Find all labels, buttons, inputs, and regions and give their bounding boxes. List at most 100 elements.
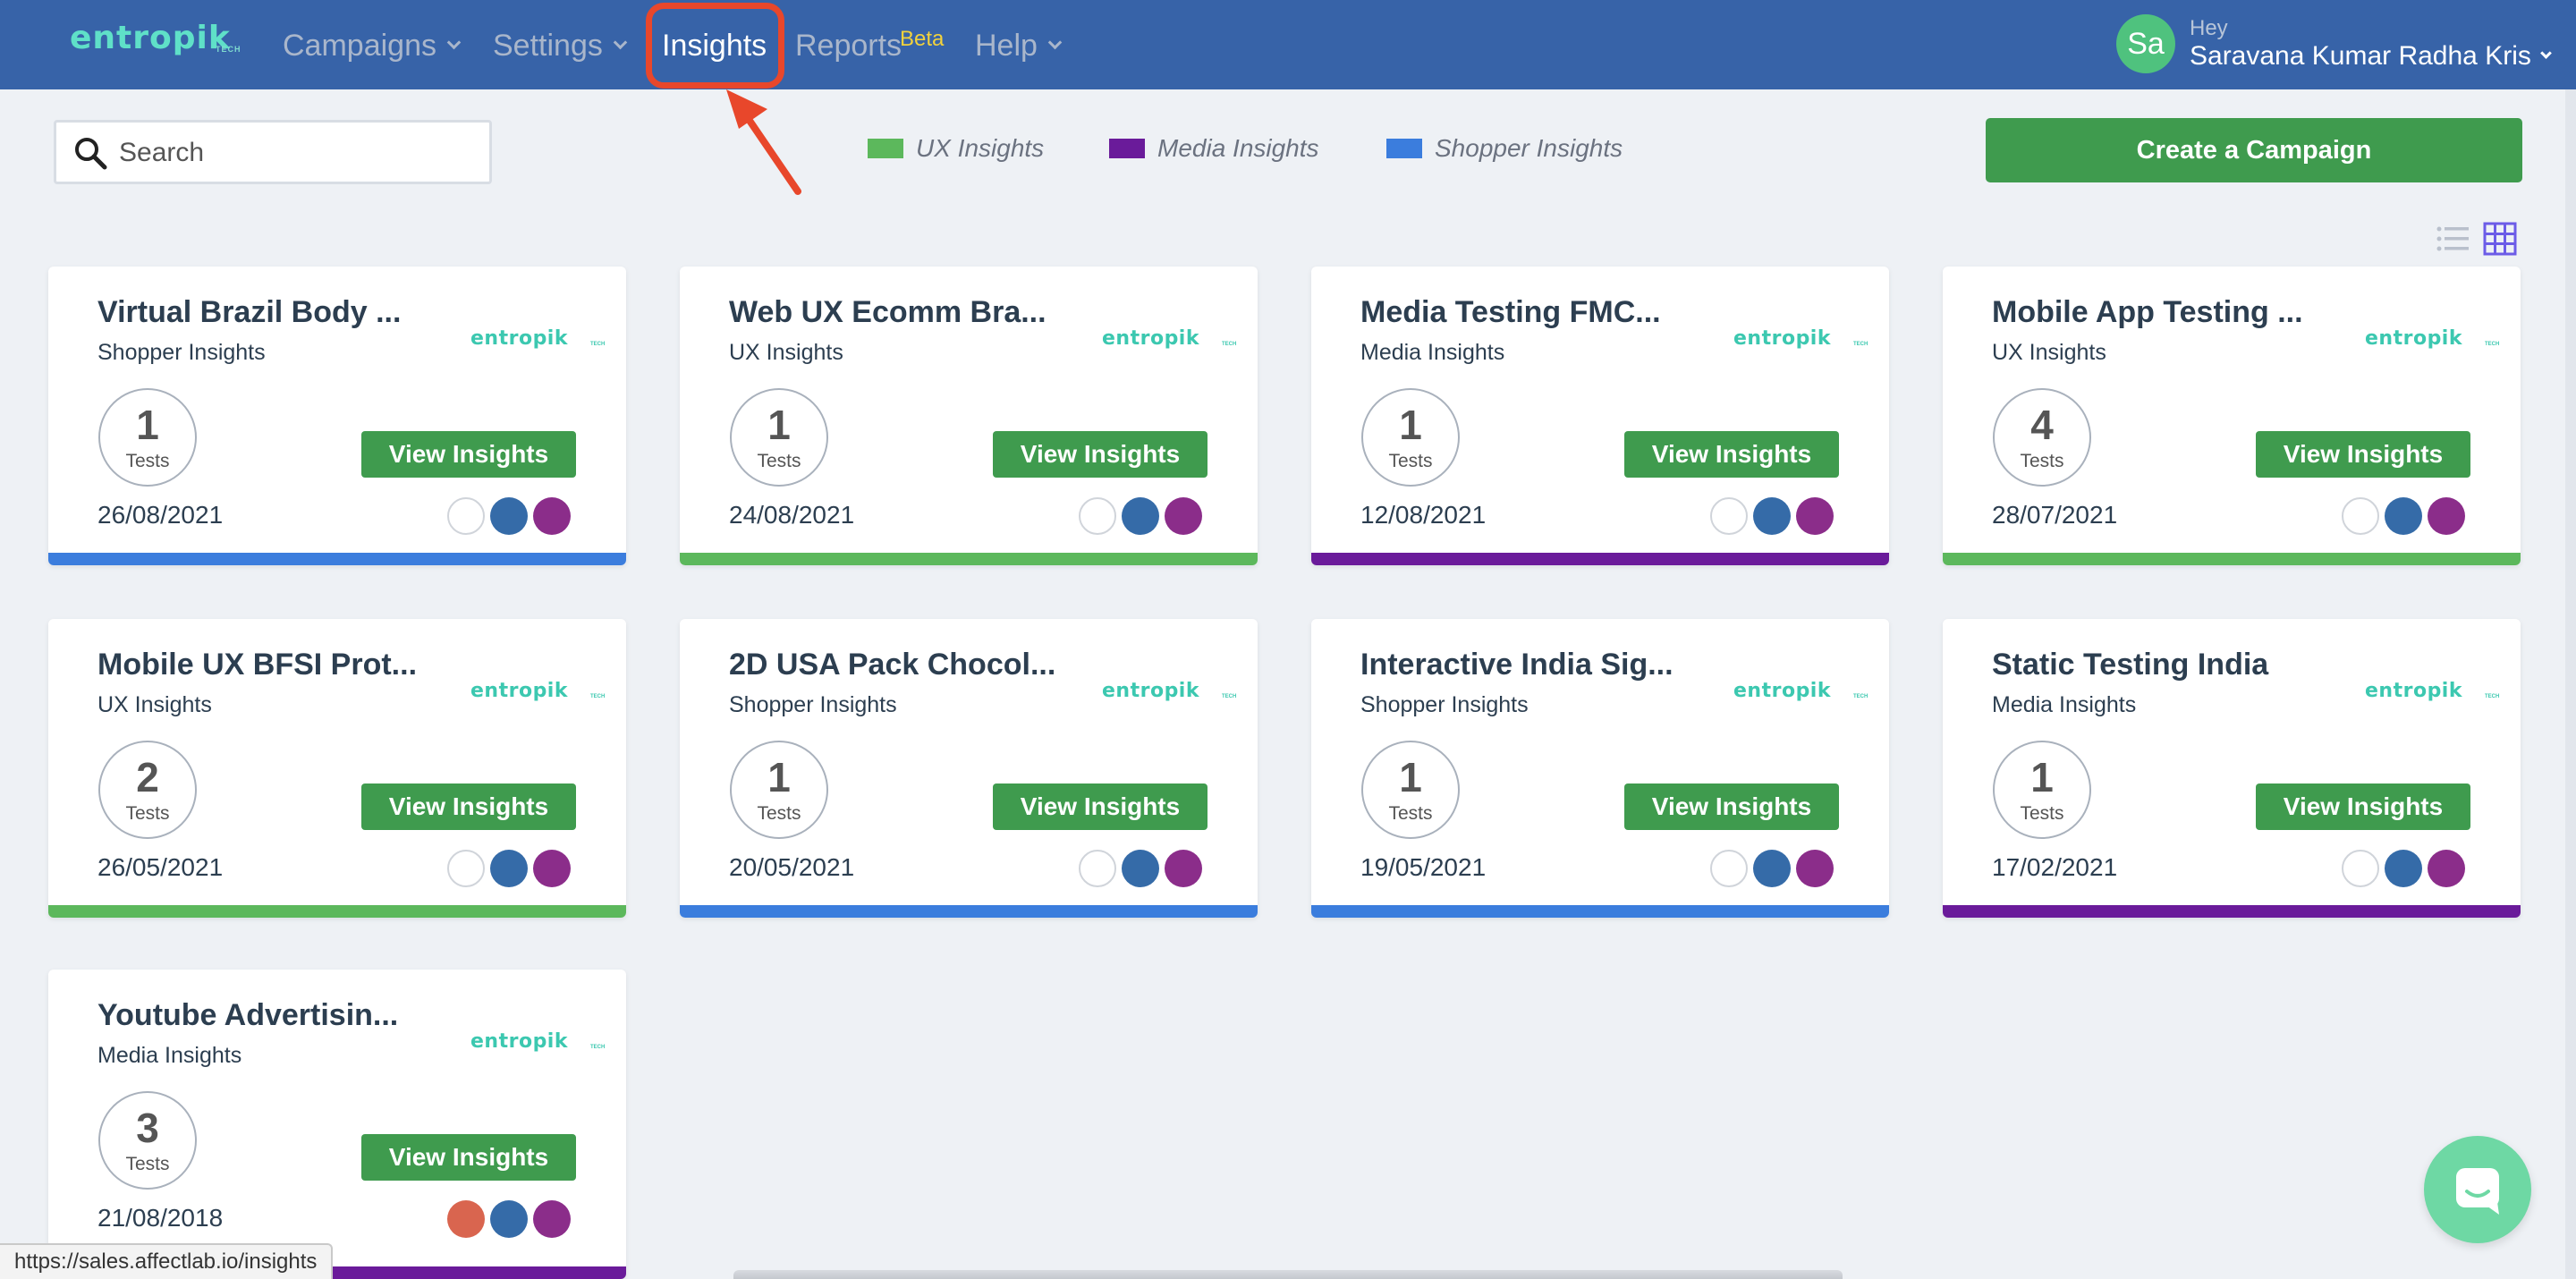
list-view-icon[interactable] — [2436, 225, 2469, 252]
tests-count: 1 — [767, 402, 791, 448]
chevron-down-icon — [613, 35, 628, 50]
user-name: Saravana Kumar Radha Kris — [2190, 41, 2531, 71]
status-dot — [1165, 850, 1202, 887]
card-brand-logo-sub: TECH — [1853, 342, 1868, 347]
status-dots — [1079, 497, 1208, 535]
chat-launcher-button[interactable] — [2424, 1136, 2531, 1243]
tests-label: Tests — [2020, 803, 2064, 824]
status-dot — [1796, 497, 1834, 535]
status-dot — [1710, 850, 1748, 887]
card-date: 12/08/2021 — [1360, 501, 1487, 529]
status-dot — [2385, 497, 2422, 535]
status-dot — [2385, 850, 2422, 887]
card-date: 26/08/2021 — [97, 501, 224, 529]
user-menu[interactable]: Saravana Kumar Radha Kris — [2190, 41, 2552, 72]
tests-count: 2 — [136, 754, 159, 800]
status-dot — [2428, 497, 2465, 535]
legend-ux-insights: UX Insights — [868, 134, 1044, 163]
card-type: Media Insights — [1360, 340, 1505, 365]
view-insights-button[interactable]: View Insights — [361, 1134, 576, 1181]
card-type-bar — [680, 553, 1258, 565]
campaign-card[interactable]: Media Testing FMC... Media Insights entr… — [1311, 267, 1889, 565]
card-brand-logo: entropik — [2365, 327, 2462, 350]
nav-insights[interactable]: Insights — [662, 29, 767, 64]
card-type-bar — [1943, 905, 2521, 918]
view-insights-button[interactable]: View Insights — [361, 431, 576, 478]
card-brand-logo-sub: TECH — [1853, 694, 1868, 699]
brand-logo[interactable]: entropik — [70, 20, 231, 56]
tests-label: Tests — [757, 451, 801, 471]
tests-label: Tests — [1388, 451, 1433, 471]
tests-count-badge: 3 Tests — [98, 1091, 197, 1190]
nav-settings[interactable]: Settings — [493, 29, 628, 64]
status-dot — [533, 497, 571, 535]
status-dot — [1796, 850, 1834, 887]
card-type-bar — [1311, 905, 1889, 918]
status-dot — [490, 1200, 528, 1238]
card-date: 26/05/2021 — [97, 853, 224, 881]
card-date: 24/08/2021 — [729, 501, 855, 529]
create-campaign-button[interactable]: Create a Campaign — [1986, 118, 2522, 182]
campaign-card[interactable]: Interactive India Sig... Shopper Insight… — [1311, 619, 1889, 918]
card-brand-logo: entropik — [1733, 680, 1831, 702]
tests-count: 4 — [2030, 402, 2054, 448]
card-type: Media Insights — [1992, 692, 2137, 717]
campaign-card[interactable]: 2D USA Pack Chocol... Shopper Insights e… — [680, 619, 1258, 918]
status-dot — [1753, 850, 1791, 887]
card-brand-logo: entropik — [470, 1030, 568, 1053]
campaign-card[interactable]: Youtube Advertisin... Media Insights ent… — [48, 970, 626, 1279]
card-type: Shopper Insights — [1360, 692, 1529, 717]
tests-label: Tests — [125, 1154, 170, 1174]
chevron-down-icon — [446, 35, 462, 50]
nav-reports-label: Reports — [795, 29, 902, 63]
status-dot — [447, 497, 485, 535]
status-dot — [447, 1200, 485, 1238]
campaign-card[interactable]: Mobile App Testing ... UX Insights entro… — [1943, 267, 2521, 565]
status-dots — [2342, 497, 2470, 535]
annotation-arrow-icon — [726, 89, 801, 195]
tests-count: 1 — [2030, 754, 2054, 800]
legend-swatch — [1386, 139, 1422, 158]
nav-reports[interactable]: Reports — [795, 29, 902, 64]
status-dot — [1122, 497, 1159, 535]
grid-view-icon[interactable] — [2483, 222, 2517, 256]
chat-icon — [2456, 1168, 2499, 1215]
campaign-card[interactable]: Mobile UX BFSI Prot... UX Insights entro… — [48, 619, 626, 918]
tests-count: 1 — [1399, 754, 1422, 800]
tests-count-badge: 1 Tests — [730, 388, 828, 487]
campaign-card[interactable]: Web UX Ecomm Bra... UX Insights entropik… — [680, 267, 1258, 565]
legend-label: Media Insights — [1157, 134, 1319, 162]
card-title: 2D USA Pack Chocol... — [729, 648, 1056, 682]
card-title: Mobile App Testing ... — [1992, 295, 2303, 329]
card-brand-logo-sub: TECH — [590, 694, 606, 699]
card-type-bar — [680, 905, 1258, 918]
search-icon — [75, 138, 107, 170]
card-title: Mobile UX BFSI Prot... — [97, 648, 418, 682]
legend-swatch — [1109, 139, 1145, 158]
campaign-card[interactable]: Virtual Brazil Body ... Shopper Insights… — [48, 267, 626, 565]
chevron-down-icon — [2539, 47, 2552, 59]
status-dot — [2428, 850, 2465, 887]
nav-campaigns[interactable]: Campaigns — [283, 29, 462, 64]
view-insights-button[interactable]: View Insights — [993, 783, 1208, 830]
view-insights-button[interactable]: View Insights — [1624, 783, 1839, 830]
card-brand-logo: entropik — [470, 327, 568, 350]
status-dots — [447, 1200, 576, 1238]
card-type-bar — [1311, 553, 1889, 565]
view-insights-button[interactable]: View Insights — [1624, 431, 1839, 478]
status-dot — [447, 850, 485, 887]
campaign-card[interactable]: Static Testing India Media Insights entr… — [1943, 619, 2521, 918]
view-insights-button[interactable]: View Insights — [993, 431, 1208, 478]
nav-help[interactable]: Help — [975, 29, 1063, 64]
status-dot — [533, 850, 571, 887]
view-insights-button[interactable]: View Insights — [361, 783, 576, 830]
view-insights-button[interactable]: View Insights — [2256, 431, 2470, 478]
avatar[interactable]: Sa — [2116, 14, 2175, 73]
search-input[interactable] — [119, 130, 477, 176]
view-insights-button[interactable]: View Insights — [2256, 783, 2470, 830]
legend-shopper-insights: Shopper Insights — [1386, 134, 1623, 163]
card-date: 21/08/2018 — [97, 1204, 224, 1232]
scrollbar[interactable] — [2565, 89, 2576, 1279]
tests-count-badge: 1 Tests — [1361, 388, 1460, 487]
status-dots — [1079, 850, 1208, 887]
